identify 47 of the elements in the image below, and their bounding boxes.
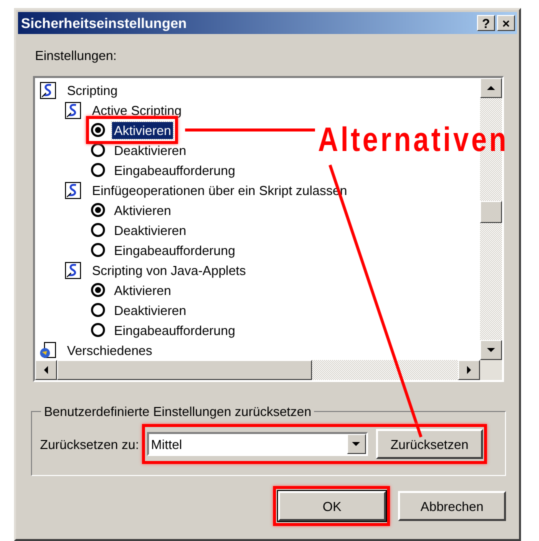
option-label[interactable]: Aktivieren [112,122,174,138]
option-label[interactable]: Aktivieren [112,282,174,298]
title-bar-button[interactable]: ? [477,15,495,31]
option-label[interactable]: Deaktivieren [112,302,188,318]
scrollbar-corner [480,360,502,380]
radio-button[interactable] [91,323,105,337]
radio-button[interactable] [91,123,105,137]
option-label[interactable]: Deaktivieren [112,222,188,238]
scroll-down-button[interactable] [480,340,502,360]
script-icon [39,80,58,100]
reset-label: Zurücksetzen zu: [40,436,139,452]
scroll-up-button[interactable] [480,78,502,98]
option-label[interactable]: Eingabeaufforderung [112,162,238,178]
ok-button[interactable]: OK [278,491,386,521]
option-label[interactable]: Eingabeaufforderung [112,242,238,258]
group-label: Scripting [66,82,119,98]
dropdown-button[interactable] [347,434,366,454]
script-icon [64,260,83,280]
group-label: Verschiedenes [66,342,154,358]
setting-label: Scripting von Java-Applets [91,262,247,278]
option-label[interactable]: Aktivieren [112,202,174,218]
option-label[interactable]: Deaktivieren [112,142,188,158]
cancel-button[interactable]: Abbrechen [398,491,506,521]
horizontal-scrollbar[interactable] [35,360,480,380]
level-dropdown[interactable]: Mittel [147,432,368,456]
radio-button[interactable] [91,203,105,217]
script-icon [64,180,83,200]
reset-button[interactable]: Zurücksetzen [376,429,483,459]
scroll-left-button[interactable] [35,360,57,380]
setting-label: Active Scripting [91,102,183,118]
title-bar-button[interactable]: × [497,15,515,31]
script-icon [64,100,83,120]
option-label[interactable]: Eingabeaufforderung [112,322,238,338]
scroll-right-button[interactable] [458,360,480,380]
radio-button[interactable] [91,143,105,157]
radio-button[interactable] [91,303,105,317]
radio-button[interactable] [91,223,105,237]
settings-label: Einstellungen: [35,48,118,65]
page-globe-icon [39,340,58,360]
radio-button[interactable] [91,243,105,257]
radio-button[interactable] [91,283,105,297]
radio-button[interactable] [91,163,105,177]
window-title: Sicherheitseinstellungen [21,15,187,31]
scroll-thumb[interactable] [480,201,502,223]
callout-label: Alternativen [318,121,509,160]
scroll-thumb[interactable] [57,360,312,380]
group-title: Benutzerdefinierte Einstellungen zurücksetzen [43,404,312,419]
